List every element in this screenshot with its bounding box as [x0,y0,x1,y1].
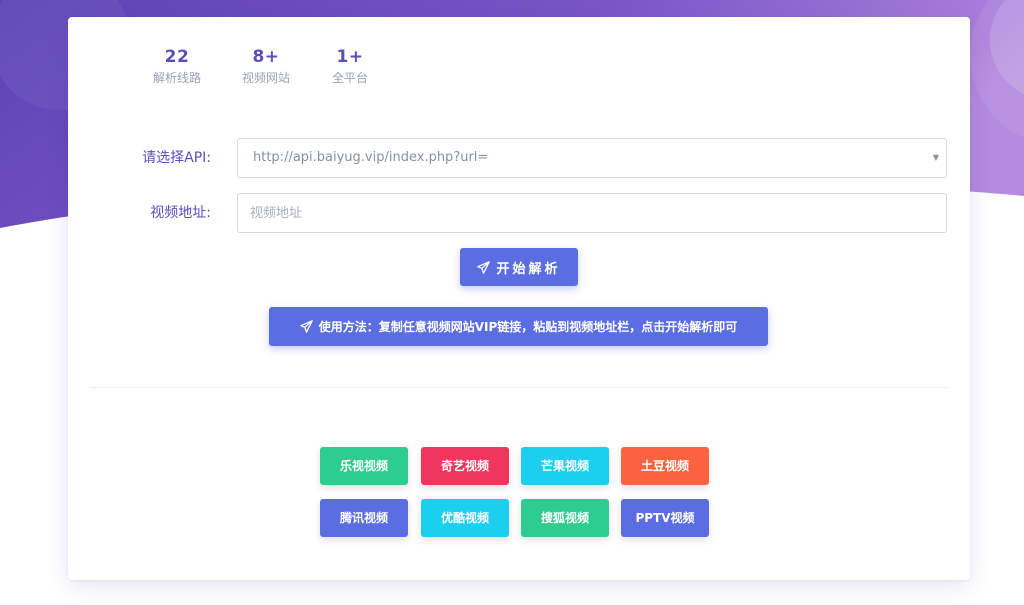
chevron-down-icon: ▼ [932,153,939,162]
stat-label: 全平台 [331,71,368,85]
url-label: 视频地址: [150,205,211,221]
stat-label: 视频网站 [241,71,290,85]
site-button-iqiyi[interactable]: 奇艺视频 [421,447,509,485]
site-button-tencent[interactable]: 腾讯视频 [320,499,408,537]
site-button-mgtv[interactable]: 芒果视频 [521,447,609,485]
usage-instructions-label: 使用方法：复制任意视频网站VIP链接，粘贴到视频地址栏，点击开始解析即可 [318,320,738,334]
parser-card: 22 解析线路 8+ 视频网站 1+ 全平台 请选择API: http://ap… [68,17,970,580]
stat-label: 解析线路 [152,71,201,85]
api-selected-value: http://api.baiyug.vip/index.php?url= [253,150,489,165]
stat-routes: 22 解析线路 [132,46,222,87]
site-button-sohu[interactable]: 搜狐视频 [521,499,609,537]
site-button-tudou[interactable]: 土豆视频 [621,447,709,485]
usage-instructions-button[interactable]: 使用方法：复制任意视频网站VIP链接，粘贴到视频地址栏，点击开始解析即可 [269,307,768,346]
stat-value: 8+ [252,47,280,67]
divider [90,387,947,388]
site-button-pptv[interactable]: PPTV视频 [621,499,709,537]
start-parse-label: 开始解析 [496,261,561,277]
stat-platforms: 1+ 全平台 [305,46,395,87]
stat-value: 1+ [336,47,364,67]
start-parse-button[interactable]: 开始解析 [460,248,578,286]
api-select[interactable]: http://api.baiyug.vip/index.php?url= ▼ [237,138,947,178]
site-button-letv[interactable]: 乐视视频 [320,447,408,485]
stats-row: 22 解析线路 8+ 视频网站 1+ 全平台 [68,46,970,96]
stat-value: 22 [164,47,190,67]
paper-plane-icon [477,260,491,274]
video-url-input[interactable] [237,193,947,233]
stat-sites: 8+ 视频网站 [221,46,311,87]
paper-plane-icon [299,320,313,333]
api-label: 请选择API: [142,150,211,166]
site-button-youku[interactable]: 优酷视频 [421,499,509,537]
